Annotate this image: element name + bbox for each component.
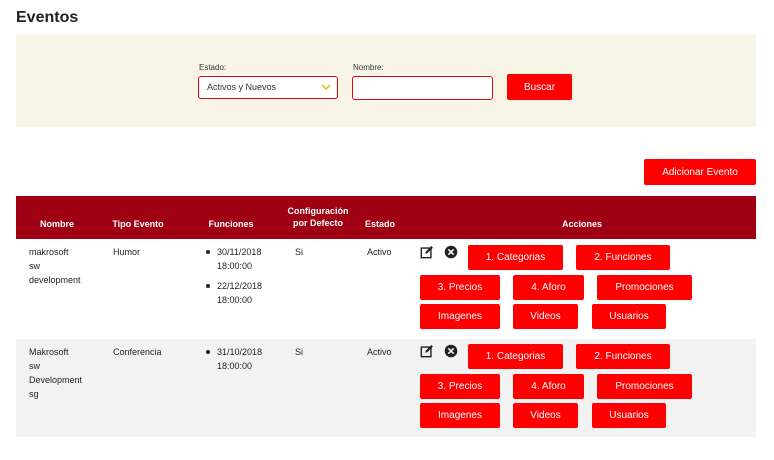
row2-config: Si bbox=[295, 347, 304, 357]
list-item: 22/12/2018 18:00:00 bbox=[204, 279, 262, 307]
row2-nombre: Makrosoft sw Development sg bbox=[29, 347, 83, 399]
list-item: 31/10/2018 18:00:00 bbox=[204, 345, 262, 373]
nombre-label: Nombre: bbox=[353, 63, 384, 72]
categorias-button[interactable]: 1. Categorias bbox=[468, 344, 563, 369]
header-nombre: Nombre bbox=[39, 219, 74, 229]
edit-icon[interactable] bbox=[420, 245, 434, 259]
promociones-button[interactable]: Promociones bbox=[597, 374, 692, 399]
row1-tipo: Humor bbox=[113, 247, 141, 257]
buscar-button[interactable]: Buscar bbox=[507, 74, 572, 100]
imagenes-button[interactable]: Imagenes bbox=[420, 304, 500, 329]
estado-label: Estado: bbox=[199, 63, 227, 72]
edit-icon[interactable] bbox=[420, 344, 434, 358]
aforo-button[interactable]: 4. Aforo bbox=[513, 374, 584, 399]
list-item: 30/11/2018 18:00:00 bbox=[204, 245, 262, 273]
nombre-input[interactable] bbox=[352, 76, 493, 100]
delete-icon[interactable] bbox=[444, 245, 458, 259]
header-estado: Estado bbox=[364, 219, 395, 229]
funciones-button[interactable]: 2. Funciones bbox=[576, 344, 670, 369]
imagenes-button[interactable]: Imagenes bbox=[420, 403, 500, 428]
row1-nombre: makrosoft sw development bbox=[29, 247, 81, 285]
videos-button[interactable]: Videos bbox=[513, 304, 578, 329]
header-config-line2: por Defecto bbox=[292, 218, 343, 228]
header-config-line1: Configuración bbox=[287, 206, 349, 216]
header-funciones: Funciones bbox=[208, 219, 254, 229]
precios-button[interactable]: 3. Precios bbox=[420, 275, 500, 300]
funciones-button[interactable]: 2. Funciones bbox=[576, 245, 670, 270]
delete-icon[interactable] bbox=[444, 344, 458, 358]
usuarios-button[interactable]: Usuarios bbox=[592, 403, 666, 428]
row2-funciones: 31/10/2018 18:00:00 bbox=[204, 345, 262, 379]
videos-button[interactable]: Videos bbox=[513, 403, 578, 428]
row2-tipo: Conferencia bbox=[113, 347, 162, 357]
row2-estado: Activo bbox=[367, 347, 392, 357]
adicionar-evento-button[interactable]: Adicionar Evento bbox=[644, 159, 756, 185]
aforo-button[interactable]: 4. Aforo bbox=[513, 275, 584, 300]
chevron-down-icon bbox=[321, 84, 331, 90]
page-title: Eventos bbox=[16, 9, 79, 26]
row1-config: Si bbox=[295, 247, 304, 257]
promociones-button[interactable]: Promociones bbox=[597, 275, 692, 300]
estado-select[interactable]: Activos y Nuevos bbox=[198, 76, 338, 99]
categorias-button[interactable]: 1. Categorias bbox=[468, 245, 563, 270]
row1-funciones: 30/11/2018 18:00:00 22/12/2018 18:00:00 bbox=[204, 245, 262, 313]
row1-estado: Activo bbox=[367, 247, 392, 257]
header-configuracion: Configuración por Defecto bbox=[280, 205, 356, 229]
estado-select-value: Activos y Nuevos bbox=[207, 82, 277, 92]
header-acciones: Acciones bbox=[561, 219, 603, 229]
usuarios-button[interactable]: Usuarios bbox=[592, 304, 666, 329]
precios-button[interactable]: 3. Precios bbox=[420, 374, 500, 399]
header-tipo-evento: Tipo Evento bbox=[112, 219, 164, 229]
